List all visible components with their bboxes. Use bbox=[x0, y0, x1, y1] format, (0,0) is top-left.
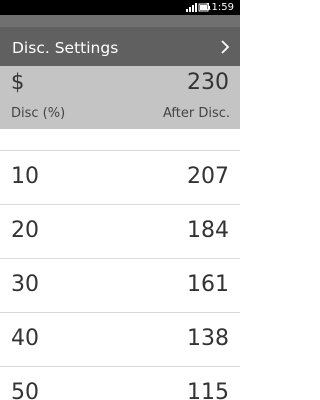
header-strip bbox=[0, 15, 240, 27]
result-row-50[interactable]: 50 115 bbox=[0, 366, 240, 400]
result-row-10[interactable]: 10 207 bbox=[0, 150, 240, 204]
result-row-40[interactable]: 40 138 bbox=[0, 312, 240, 366]
discount-percent: 20 bbox=[11, 218, 39, 243]
disc-settings-label: Disc. Settings bbox=[12, 39, 119, 57]
status-bar: 11:59 bbox=[0, 0, 240, 15]
disc-percent-label: Disc (%) bbox=[11, 106, 66, 121]
chevron-right-icon bbox=[221, 40, 230, 54]
price-value[interactable]: 230 bbox=[187, 69, 229, 97]
discount-percent: 30 bbox=[11, 272, 39, 297]
result-row-20[interactable]: 20 184 bbox=[0, 204, 240, 258]
discount-percent: 50 bbox=[11, 380, 39, 400]
disc-settings-button[interactable]: Disc. Settings bbox=[0, 32, 240, 66]
discounted-price: 115 bbox=[187, 380, 229, 400]
currency-symbol: $ bbox=[11, 70, 25, 94]
discounted-price: 161 bbox=[187, 272, 229, 297]
discount-results-list: 10 207 20 184 30 161 40 138 50 115 bbox=[0, 150, 240, 400]
status-time: 11:59 bbox=[205, 2, 234, 13]
result-row-30[interactable]: 30 161 bbox=[0, 258, 240, 312]
discounted-price: 207 bbox=[187, 164, 229, 189]
discounted-price: 184 bbox=[187, 218, 229, 243]
discount-percent: 40 bbox=[11, 326, 39, 351]
discount-percent: 10 bbox=[11, 164, 39, 189]
app-screen: 11:59 Disc. Settings $ 230 Disc (%) Afte… bbox=[0, 0, 240, 400]
discounted-price: 138 bbox=[187, 326, 229, 351]
after-disc-label: After Disc. bbox=[162, 106, 230, 121]
price-panel: $ 230 Disc (%) After Disc. bbox=[0, 66, 240, 129]
